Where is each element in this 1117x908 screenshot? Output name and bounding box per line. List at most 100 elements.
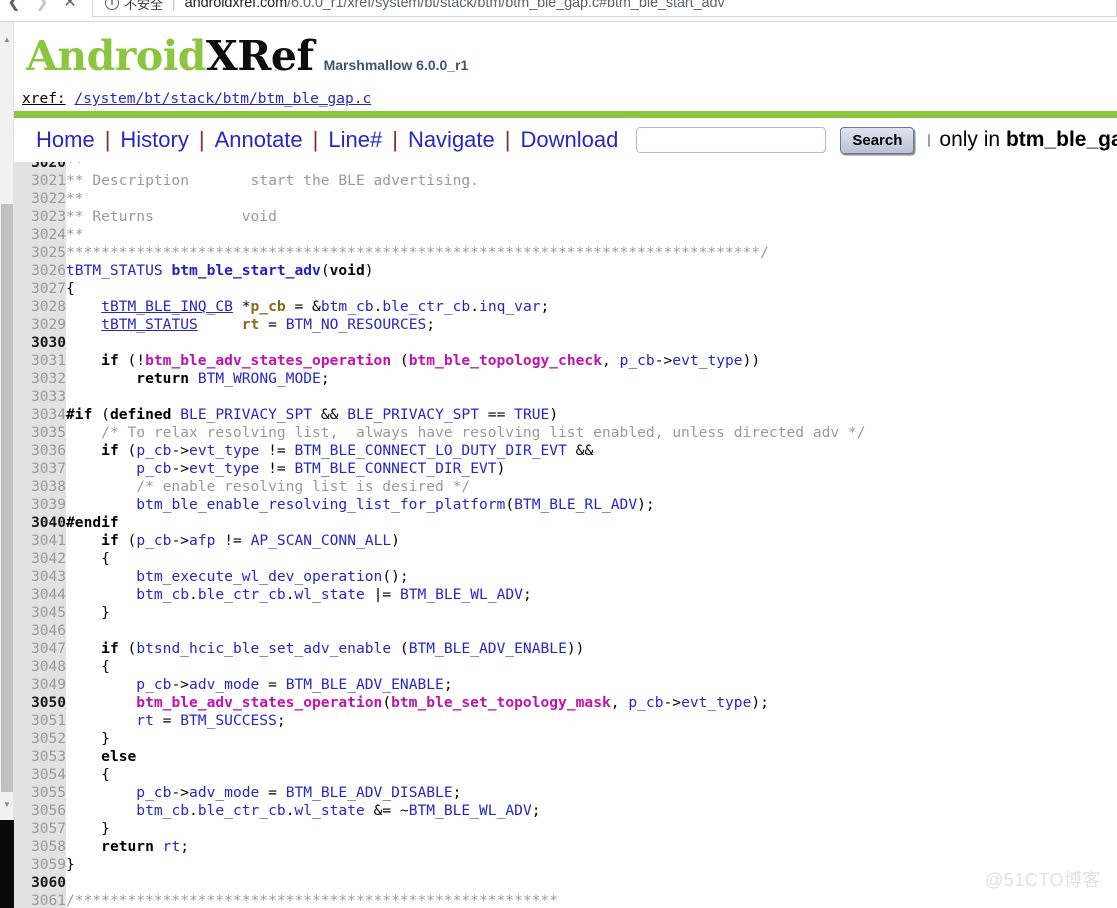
line-number[interactable]: 3035 (14, 424, 66, 442)
code-line-source[interactable] (66, 388, 1117, 406)
line-number[interactable]: 3056 (14, 802, 66, 820)
code-line-source[interactable]: ** Returns void (66, 208, 1117, 226)
code-line-source[interactable]: } (66, 604, 1117, 622)
site-logo[interactable]: AndroidXRef Marshmallow 6.0.0_r1 (14, 22, 1117, 77)
code-line-source[interactable]: ** (66, 162, 1117, 172)
line-number[interactable]: 3052 (14, 730, 66, 748)
only-in-file-checkbox[interactable] (928, 133, 931, 147)
code-line-source[interactable]: /***************************************… (66, 892, 1117, 908)
code-line-source[interactable]: } (66, 820, 1117, 838)
code-line-source[interactable]: rt = BTM_SUCCESS; (66, 712, 1117, 730)
code-line-source[interactable]: if (p_cb->afp != AP_SCAN_CONN_ALL) (66, 532, 1117, 550)
code-line-source[interactable]: /* To relax resolving list, always have … (66, 424, 1117, 442)
search-input[interactable] (636, 127, 827, 153)
line-number[interactable]: 3026 (14, 262, 66, 280)
scrollbar-thumb[interactable] (1, 204, 13, 792)
code-line-source[interactable]: return BTM_WRONG_MODE; (66, 370, 1117, 388)
code-line-source[interactable]: #endif (66, 514, 1117, 532)
code-line-source[interactable]: ** (66, 190, 1117, 208)
line-number[interactable]: 3036 (14, 442, 66, 460)
nav-link-download[interactable]: Download (511, 129, 629, 151)
code-line-source[interactable]: /* enable resolving list is desired */ (66, 478, 1117, 496)
code-line-source[interactable]: #if (defined BLE_PRIVACY_SPT && BLE_PRIV… (66, 406, 1117, 424)
nav-link-home[interactable]: Home (28, 129, 105, 151)
code-line-source[interactable]: if (btsnd_hcic_ble_set_adv_enable (BTM_B… (66, 640, 1117, 658)
code-line-source[interactable]: tBTM_BLE_INQ_CB *p_cb = &btm_cb.ble_ctr_… (66, 298, 1117, 316)
back-arrow-icon[interactable]: ❮ (0, 0, 28, 18)
code-line-source[interactable] (66, 874, 1117, 892)
line-number[interactable]: 3030 (14, 334, 66, 352)
line-number[interactable]: 3040 (14, 514, 66, 532)
code-line-source[interactable]: btm_execute_wl_dev_operation(); (66, 568, 1117, 586)
info-circle-icon[interactable]: i (105, 0, 119, 10)
code-line-source[interactable]: tBTM_STATUS rt = BTM_NO_RESOURCES; (66, 316, 1117, 334)
breadcrumb-path[interactable]: /system/bt/stack/btm/btm_ble_gap.c (74, 91, 371, 107)
line-number[interactable]: 3045 (14, 604, 66, 622)
code-line-source[interactable]: { (66, 280, 1117, 298)
line-number[interactable]: 3034 (14, 406, 66, 424)
search-button[interactable]: Search (840, 126, 915, 154)
code-line-source[interactable]: ****************************************… (66, 244, 1117, 262)
line-number[interactable]: 3033 (14, 388, 66, 406)
nav-link-linenumber[interactable]: Line# (318, 129, 392, 151)
line-number[interactable]: 3061 (14, 892, 66, 908)
line-number[interactable]: 3047 (14, 640, 66, 658)
line-number[interactable]: 3032 (14, 370, 66, 388)
line-number[interactable]: 3039 (14, 496, 66, 514)
code-line-source[interactable]: if (p_cb->evt_type != BTM_BLE_CONNECT_LO… (66, 442, 1117, 460)
line-number[interactable]: 3027 (14, 280, 66, 298)
line-number[interactable]: 3046 (14, 622, 66, 640)
source-code-viewer[interactable]: 3020 ** 3021 ** Description start the BLE a… (14, 162, 1117, 908)
line-number[interactable]: 3020 (14, 162, 66, 172)
code-line-source[interactable]: btm_ble_enable_resolving_list_for_platfo… (66, 496, 1117, 514)
nav-link-annotate[interactable]: Annotate (205, 129, 313, 151)
line-number[interactable]: 3055 (14, 784, 66, 802)
line-number[interactable]: 3031 (14, 352, 66, 370)
code-line-source[interactable]: { (66, 658, 1117, 676)
line-number[interactable]: 3050 (14, 694, 66, 712)
code-line-source[interactable]: else (66, 748, 1117, 766)
code-line-source[interactable] (66, 334, 1117, 352)
line-number[interactable]: 3025 (14, 244, 66, 262)
nav-link-history[interactable]: History (110, 129, 198, 151)
code-line-source[interactable]: } (66, 856, 1117, 874)
line-number[interactable]: 3059 (14, 856, 66, 874)
line-number[interactable]: 3023 (14, 208, 66, 226)
line-number[interactable]: 3037 (14, 460, 66, 478)
line-number[interactable]: 3024 (14, 226, 66, 244)
code-line-source[interactable]: p_cb->evt_type != BTM_BLE_CONNECT_DIR_EV… (66, 460, 1117, 478)
line-number[interactable]: 3043 (14, 568, 66, 586)
address-bar[interactable]: i 不安全 | androidxref.com/6.0.0_r1/xref/sy… (92, 0, 1117, 17)
code-line-source[interactable]: ** Description start the BLE advertising… (66, 172, 1117, 190)
line-number[interactable]: 3028 (14, 298, 66, 316)
code-line-source[interactable]: p_cb->adv_mode = BTM_BLE_ADV_ENABLE; (66, 676, 1117, 694)
code-line-source[interactable] (66, 622, 1117, 640)
line-number[interactable]: 3060 (14, 874, 66, 892)
code-line-source[interactable]: return rt; (66, 838, 1117, 856)
forward-arrow-icon[interactable]: ❯ (28, 0, 56, 18)
line-number[interactable]: 3021 (14, 172, 66, 190)
code-line-source[interactable]: btm_cb.ble_ctr_cb.wl_state &= ~BTM_BLE_W… (66, 802, 1117, 820)
code-line-source[interactable]: btm_cb.ble_ctr_cb.wl_state |= BTM_BLE_WL… (66, 586, 1117, 604)
line-number[interactable]: 3044 (14, 586, 66, 604)
line-number[interactable]: 3029 (14, 316, 66, 334)
line-number[interactable]: 3048 (14, 658, 66, 676)
code-line-source[interactable]: tBTM_STATUS btm_ble_start_adv(void) (66, 262, 1117, 280)
code-line-source[interactable]: p_cb->adv_mode = BTM_BLE_ADV_DISABLE; (66, 784, 1117, 802)
line-number[interactable]: 3051 (14, 712, 66, 730)
scroll-up-arrow-icon[interactable]: ▲ (0, 32, 14, 47)
nav-link-navigate[interactable]: Navigate (398, 129, 505, 151)
line-number[interactable]: 3038 (14, 478, 66, 496)
code-line-source[interactable]: if (!btm_ble_adv_states_operation (btm_b… (66, 352, 1117, 370)
line-number[interactable]: 3053 (14, 748, 66, 766)
line-number[interactable]: 3058 (14, 838, 66, 856)
code-line-source[interactable]: ** (66, 226, 1117, 244)
code-line-source[interactable]: { (66, 766, 1117, 784)
line-number[interactable]: 3022 (14, 190, 66, 208)
line-number[interactable]: 3041 (14, 532, 66, 550)
line-number[interactable]: 3049 (14, 676, 66, 694)
line-number[interactable]: 3054 (14, 766, 66, 784)
scroll-down-arrow-icon[interactable]: ▼ (0, 797, 14, 812)
page-scrollbar[interactable]: ▲ ▼ (0, 22, 14, 908)
code-line-source[interactable]: } (66, 730, 1117, 748)
